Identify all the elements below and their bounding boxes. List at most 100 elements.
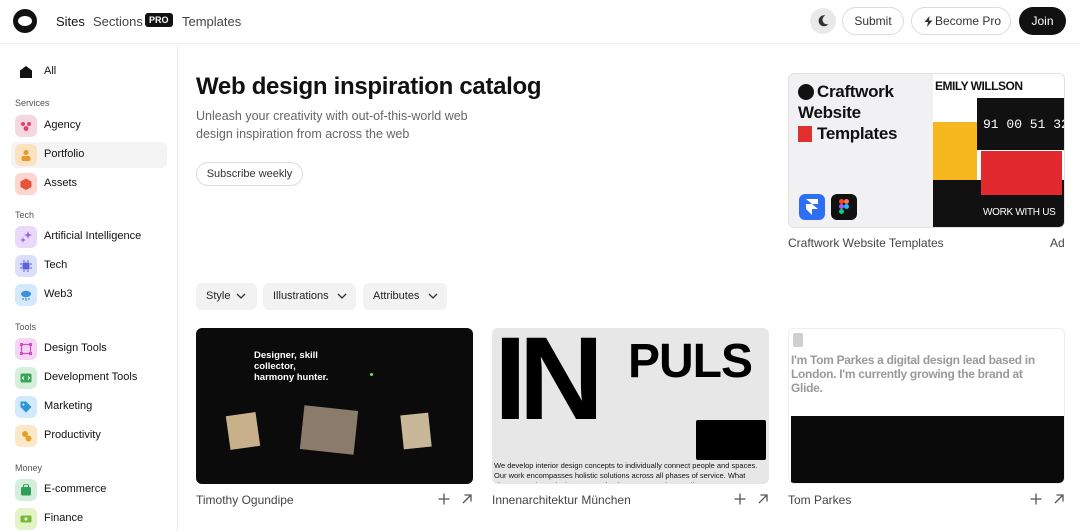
sidebar-item-finance[interactable]: Finance bbox=[11, 506, 167, 531]
home-icon bbox=[20, 66, 32, 78]
sidebar-section-tools: Tools bbox=[15, 322, 37, 332]
card-caption[interactable]: Timothy Ogundipe bbox=[196, 493, 294, 507]
ad-label: Ad bbox=[1050, 236, 1065, 250]
theme-toggle-button[interactable] bbox=[810, 8, 836, 34]
shop-icon bbox=[15, 479, 37, 501]
plus-icon[interactable] bbox=[1029, 492, 1043, 506]
sidebar-item-label: Development Tools bbox=[44, 371, 138, 383]
sidebar-section-services: Services bbox=[15, 98, 50, 108]
chip-icon bbox=[15, 255, 37, 277]
filter-illustrations-dropdown[interactable]: Illustrations bbox=[263, 283, 356, 310]
card-block bbox=[696, 420, 766, 460]
sparkle-icon bbox=[15, 226, 37, 248]
filter-label: Attributes bbox=[373, 290, 420, 302]
sidebar-item-label: Artificial Intelligence bbox=[44, 230, 142, 242]
filter-label: Illustrations bbox=[273, 290, 329, 302]
card-caption[interactable]: Innenarchitektur München bbox=[492, 493, 631, 507]
bolt-icon bbox=[924, 16, 933, 27]
figma-icon bbox=[831, 194, 857, 220]
sidebar-item-artificial-intelligence[interactable]: Artificial Intelligence bbox=[11, 224, 167, 250]
page-subtitle: Unleash your creativity with out-of-this… bbox=[196, 109, 468, 141]
sidebar-item-label: Productivity bbox=[44, 429, 101, 441]
nav-sites[interactable]: Sites bbox=[56, 14, 85, 29]
ad-brand-panel: Craftwork Website Templates bbox=[789, 74, 933, 227]
site-logo[interactable] bbox=[13, 9, 37, 33]
card-photo bbox=[299, 405, 359, 455]
chevron-down-icon bbox=[236, 293, 246, 299]
arrow-up-right-icon[interactable] bbox=[756, 492, 770, 506]
finance-icon bbox=[15, 508, 37, 530]
craftwork-logo-icon bbox=[798, 84, 814, 100]
ad-caption[interactable]: Craftwork Website Templates bbox=[788, 236, 944, 250]
ad-preview-panel: EMILY WILLSON 91 00 51 32 WORK WITH US bbox=[933, 74, 1065, 227]
sidebar-item-all[interactable]: All bbox=[11, 59, 167, 85]
filter-attributes-dropdown[interactable]: Attributes bbox=[363, 283, 447, 310]
cube-icon bbox=[15, 173, 37, 195]
chevron-down-icon bbox=[428, 293, 438, 299]
sidebar: All Services Agency Portfolio Assets Tec… bbox=[0, 45, 178, 531]
sidebar-item-development-tools[interactable]: Development Tools bbox=[11, 365, 167, 391]
sidebar-item-agency[interactable]: Agency bbox=[11, 113, 167, 139]
sidebar-item-portfolio[interactable]: Portfolio bbox=[11, 142, 167, 168]
card-photo bbox=[400, 412, 432, 450]
join-button[interactable]: Join bbox=[1019, 7, 1066, 35]
card-block bbox=[791, 416, 1064, 483]
sidebar-item-tech[interactable]: Tech bbox=[11, 253, 167, 279]
ad-brand-line1: Craftwork bbox=[817, 82, 894, 101]
sidebar-item-label: E-commerce bbox=[44, 483, 107, 495]
sidebar-item-productivity[interactable]: Productivity bbox=[11, 423, 167, 449]
sidebar-item-label: Portfolio bbox=[44, 148, 85, 160]
code-icon bbox=[15, 367, 37, 389]
become-pro-label: Become Pro bbox=[934, 14, 1002, 28]
site-card-thumbnail[interactable]: I'm Tom Parkes a digital design lead bas… bbox=[788, 328, 1065, 484]
plus-icon[interactable] bbox=[733, 492, 747, 506]
red-cube-icon bbox=[798, 126, 812, 142]
sidebar-section-tech: Tech bbox=[15, 210, 35, 220]
sidebar-item-label: Marketing bbox=[44, 400, 93, 412]
submit-button[interactable]: Submit bbox=[842, 7, 904, 35]
nav-templates[interactable]: Templates bbox=[182, 14, 241, 29]
sidebar-item-assets[interactable]: Assets bbox=[11, 171, 167, 197]
site-card-thumbnail[interactable]: Designer, skill collector, harmony hunte… bbox=[196, 328, 473, 484]
framer-icon bbox=[799, 194, 825, 220]
plus-icon[interactable] bbox=[437, 492, 451, 506]
filter-label: Style bbox=[206, 290, 231, 302]
sidebar-item-label: Tech bbox=[44, 259, 68, 271]
portfolio-icon bbox=[15, 144, 37, 166]
moon-icon bbox=[818, 15, 829, 27]
card-dot bbox=[370, 373, 373, 376]
ad-preview-clock: 91 00 51 32 bbox=[983, 117, 1065, 132]
sidebar-item-design-tools[interactable]: Design Tools bbox=[11, 336, 167, 362]
card-caption[interactable]: Tom Parkes bbox=[788, 493, 851, 507]
ad-brand-line2: Website bbox=[798, 103, 861, 122]
arrow-up-right-icon[interactable] bbox=[460, 492, 474, 506]
sidebar-item-e-commerce[interactable]: E-commerce bbox=[11, 477, 167, 503]
card-photo bbox=[225, 412, 261, 450]
sidebar-item-label: All bbox=[44, 65, 57, 77]
nav-sections[interactable]: Sections bbox=[93, 14, 143, 29]
sidebar-item-label: Assets bbox=[44, 177, 78, 189]
sidebar-item-label: Agency bbox=[44, 119, 81, 131]
subscribe-weekly-button[interactable]: Subscribe weekly bbox=[196, 162, 303, 186]
sidebar-item-label: Design Tools bbox=[44, 342, 107, 354]
pro-badge: PRO bbox=[145, 13, 173, 27]
ad-brand-line3: Templates bbox=[817, 124, 898, 143]
ad-preview-red-block bbox=[981, 151, 1062, 195]
sidebar-item-web3[interactable]: Web3 bbox=[11, 282, 167, 308]
site-card-thumbnail[interactable]: IN PULS We develop interior design conce… bbox=[492, 328, 769, 484]
ad-preview-name: EMILY WILLSON bbox=[935, 79, 1023, 93]
chevron-down-icon bbox=[337, 293, 347, 299]
ad-card[interactable]: Craftwork Website Templates EMILY WILLSO… bbox=[788, 73, 1065, 228]
sidebar-item-label: Finance bbox=[44, 512, 84, 524]
filter-style-dropdown[interactable]: Style bbox=[196, 283, 257, 310]
page-title: Web design inspiration catalog bbox=[196, 73, 542, 100]
sidebar-item-marketing[interactable]: Marketing bbox=[11, 394, 167, 420]
top-bar: Sites Sections PRO Templates Submit Beco… bbox=[0, 0, 1080, 44]
vector-icon bbox=[15, 338, 37, 360]
card-body: We develop interior design concepts to i… bbox=[494, 461, 758, 483]
arrow-up-right-icon[interactable] bbox=[1052, 492, 1066, 506]
agency-icon bbox=[15, 115, 37, 137]
card-headline-left: IN bbox=[494, 328, 604, 445]
become-pro-button[interactable]: Become Pro bbox=[911, 7, 1011, 35]
avatar bbox=[793, 333, 803, 347]
